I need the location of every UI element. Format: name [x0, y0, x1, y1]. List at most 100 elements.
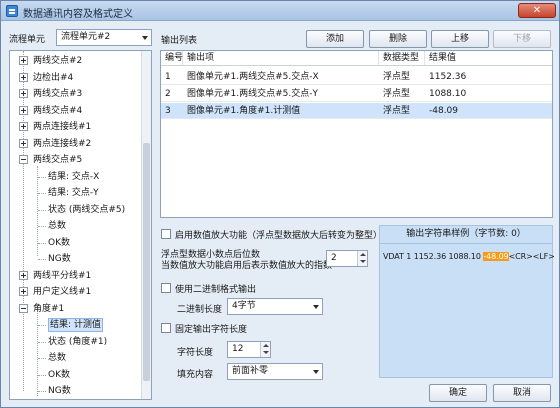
tree-scrollbar[interactable]	[141, 51, 151, 399]
tree-node[interactable]: 角度#1	[10, 302, 138, 316]
tree-scroll-thumb[interactable]	[143, 143, 150, 381]
tree-item-label: 结果: 交点-Y	[48, 188, 99, 198]
decimals-stepper[interactable]: 2	[326, 250, 368, 267]
row-value: -48.09	[429, 106, 459, 116]
flow-unit-select[interactable]: 流程单元#2	[56, 29, 152, 46]
tree-node[interactable]: 用户定义线#1	[10, 285, 138, 299]
tree-item-label: 两线交点#5	[33, 155, 83, 165]
tree-child-item[interactable]: 总数	[10, 219, 138, 233]
tree-node[interactable]: 两点连接线#2	[10, 137, 138, 151]
dialog-window: 数据通讯内容及格式定义 ✕ 流程单元 流程单元#2 输出列表 添加 删除 上移 …	[0, 0, 560, 408]
row-id: 2	[165, 89, 171, 99]
collapse-icon[interactable]	[19, 303, 28, 313]
tree-item-label: 两线平分线#1	[33, 270, 92, 281]
sample-header: 输出字符串样例（字节数: 0）	[379, 225, 553, 244]
collapse-icon[interactable]	[19, 155, 28, 164]
tree-child-item[interactable]: 状态 (角度#1)	[10, 335, 138, 349]
tree-child-item[interactable]: OK数	[10, 236, 138, 250]
tree-child-item[interactable]: 总数	[10, 351, 138, 365]
cancel-button[interactable]: 取消	[493, 384, 551, 402]
column-header-item[interactable]: 输出项	[183, 51, 379, 66]
sample-prefix: VDAT 1 1152.36 1088.10	[383, 252, 484, 261]
expand-icon[interactable]	[19, 122, 28, 131]
tree-child-item[interactable]: OK数	[10, 368, 138, 382]
binary-length-value: 4字节	[232, 301, 256, 311]
enable-scale-checkbox[interactable]	[161, 229, 171, 239]
tree-child-item[interactable]: 结果: 交点-Y	[10, 186, 138, 200]
tree-item-label: NG数	[48, 254, 71, 264]
fill-content-value: 前面补零	[232, 366, 269, 376]
add-button[interactable]: 添加	[306, 30, 364, 48]
tree-item-label: OK数	[48, 237, 70, 248]
binary-output-label: 使用二进制格式输出	[175, 285, 257, 295]
tree-node[interactable]: 两线交点#4	[10, 104, 138, 118]
tree-child-item[interactable]: 结果: 计测值	[10, 318, 138, 332]
expand-icon[interactable]	[19, 56, 28, 65]
row-value: 1088.10	[429, 89, 467, 99]
element-tree[interactable]: 两线交点#2 边检出#4 两线交点#3 两线交点#4 两点连接线#1 两点连接线#2 两线交…	[9, 50, 152, 400]
table-row[interactable]: 1 图像单元#1.两线交点#5.交点-X 浮点型 1152.36	[161, 69, 552, 85]
tree-child-item[interactable]: NG数	[10, 252, 138, 266]
row-type: 浮点型	[383, 106, 411, 116]
tree-node[interactable]: 两线交点#2	[10, 54, 138, 68]
move-up-button[interactable]: 上移	[431, 30, 489, 48]
tree-node[interactable]: 两点连接线#1	[10, 120, 138, 134]
tree-child-item[interactable]: 结果: 交点-X	[10, 170, 138, 184]
move-down-button[interactable]: 下移	[493, 30, 551, 48]
tree-node[interactable]: 两线平分线#1	[10, 269, 138, 283]
close-button[interactable]: ✕	[518, 3, 556, 18]
expand-icon[interactable]	[19, 138, 28, 148]
title-bar[interactable]: 数据通讯内容及格式定义 ✕	[1, 1, 559, 21]
app-icon	[6, 5, 18, 17]
column-header-value[interactable]: 结果值	[425, 51, 552, 66]
expand-icon[interactable]	[19, 72, 28, 82]
chevron-down-icon	[313, 305, 319, 309]
expand-icon[interactable]	[19, 287, 28, 296]
sample-suffix: <CR><LF>	[508, 252, 555, 261]
fixed-length-checkbox[interactable]	[161, 323, 171, 333]
char-length-value: 12	[232, 344, 244, 354]
sample-output-box: VDAT 1 1152.36 1088.10 -48.09<CR><LF>	[379, 244, 555, 378]
fill-content-label: 填充内容	[177, 370, 214, 380]
tree-child-item[interactable]: 状态 (两线交点#5)	[10, 203, 138, 217]
tree-item-label: 状态 (两线交点#5)	[48, 204, 126, 215]
row-type: 浮点型	[383, 72, 411, 82]
expand-icon[interactable]	[19, 270, 28, 280]
table-row[interactable]: 2 图像单元#1.两线交点#5.交点-Y 浮点型 1088.10	[161, 86, 552, 102]
tree-node[interactable]: 两线交点#3	[10, 87, 138, 101]
expand-icon[interactable]	[19, 105, 28, 115]
tree-item-label: NG数	[48, 386, 71, 396]
row-id: 1	[165, 72, 171, 82]
decimals-hint-label: 当数值放大功能启用后表示数值放大的指数	[161, 261, 333, 271]
output-table[interactable]: 编号 输出项 数据类型 结果值 1 图像单元#1.两线交点#5.交点-X 浮点型…	[160, 50, 553, 218]
tree-item-label: 用户定义线#1	[33, 287, 92, 297]
tree-node[interactable]: 两线交点#5	[10, 153, 138, 167]
tree-child-item[interactable]: NG数	[10, 384, 138, 398]
ok-button[interactable]: 确定	[429, 384, 487, 402]
char-length-label: 字符长度	[177, 348, 214, 358]
column-header-id[interactable]: 编号	[161, 51, 183, 66]
column-header-type[interactable]: 数据类型	[379, 51, 425, 66]
tree-item-label: 总数	[48, 221, 67, 231]
binary-length-label: 二进制长度	[177, 305, 223, 315]
char-length-stepper[interactable]: 12	[227, 341, 271, 358]
chevron-down-icon	[313, 370, 319, 374]
output-list-label: 输出列表	[161, 36, 198, 46]
fixed-length-label: 固定输出字符长度	[175, 325, 248, 335]
tree-item-label: 结果: 交点-X	[48, 171, 100, 182]
spin-arrows-icon[interactable]	[357, 251, 367, 266]
fill-content-select[interactable]: 前面补零	[227, 363, 323, 380]
tree-item-label: 边检出#4	[33, 72, 74, 83]
tree-item-label: 两线交点#3	[33, 89, 83, 99]
sample-highlight: -48.09	[483, 252, 509, 261]
tree-node[interactable]: 边检出#4	[10, 71, 138, 85]
spin-arrows-icon[interactable]	[260, 342, 270, 357]
chevron-down-icon	[142, 36, 148, 40]
window-title: 数据通讯内容及格式定义	[23, 9, 133, 20]
table-row-selected[interactable]: 3 图像单元#1.角度#1.计测值 浮点型 -48.09	[161, 103, 552, 119]
binary-length-select[interactable]: 4字节	[227, 298, 323, 315]
binary-output-checkbox[interactable]	[161, 283, 171, 293]
expand-icon[interactable]	[19, 89, 28, 98]
delete-button[interactable]: 删除	[369, 30, 427, 48]
sample-string: VDAT 1 1152.36 1088.10 -48.09<CR><LF>	[383, 252, 555, 261]
